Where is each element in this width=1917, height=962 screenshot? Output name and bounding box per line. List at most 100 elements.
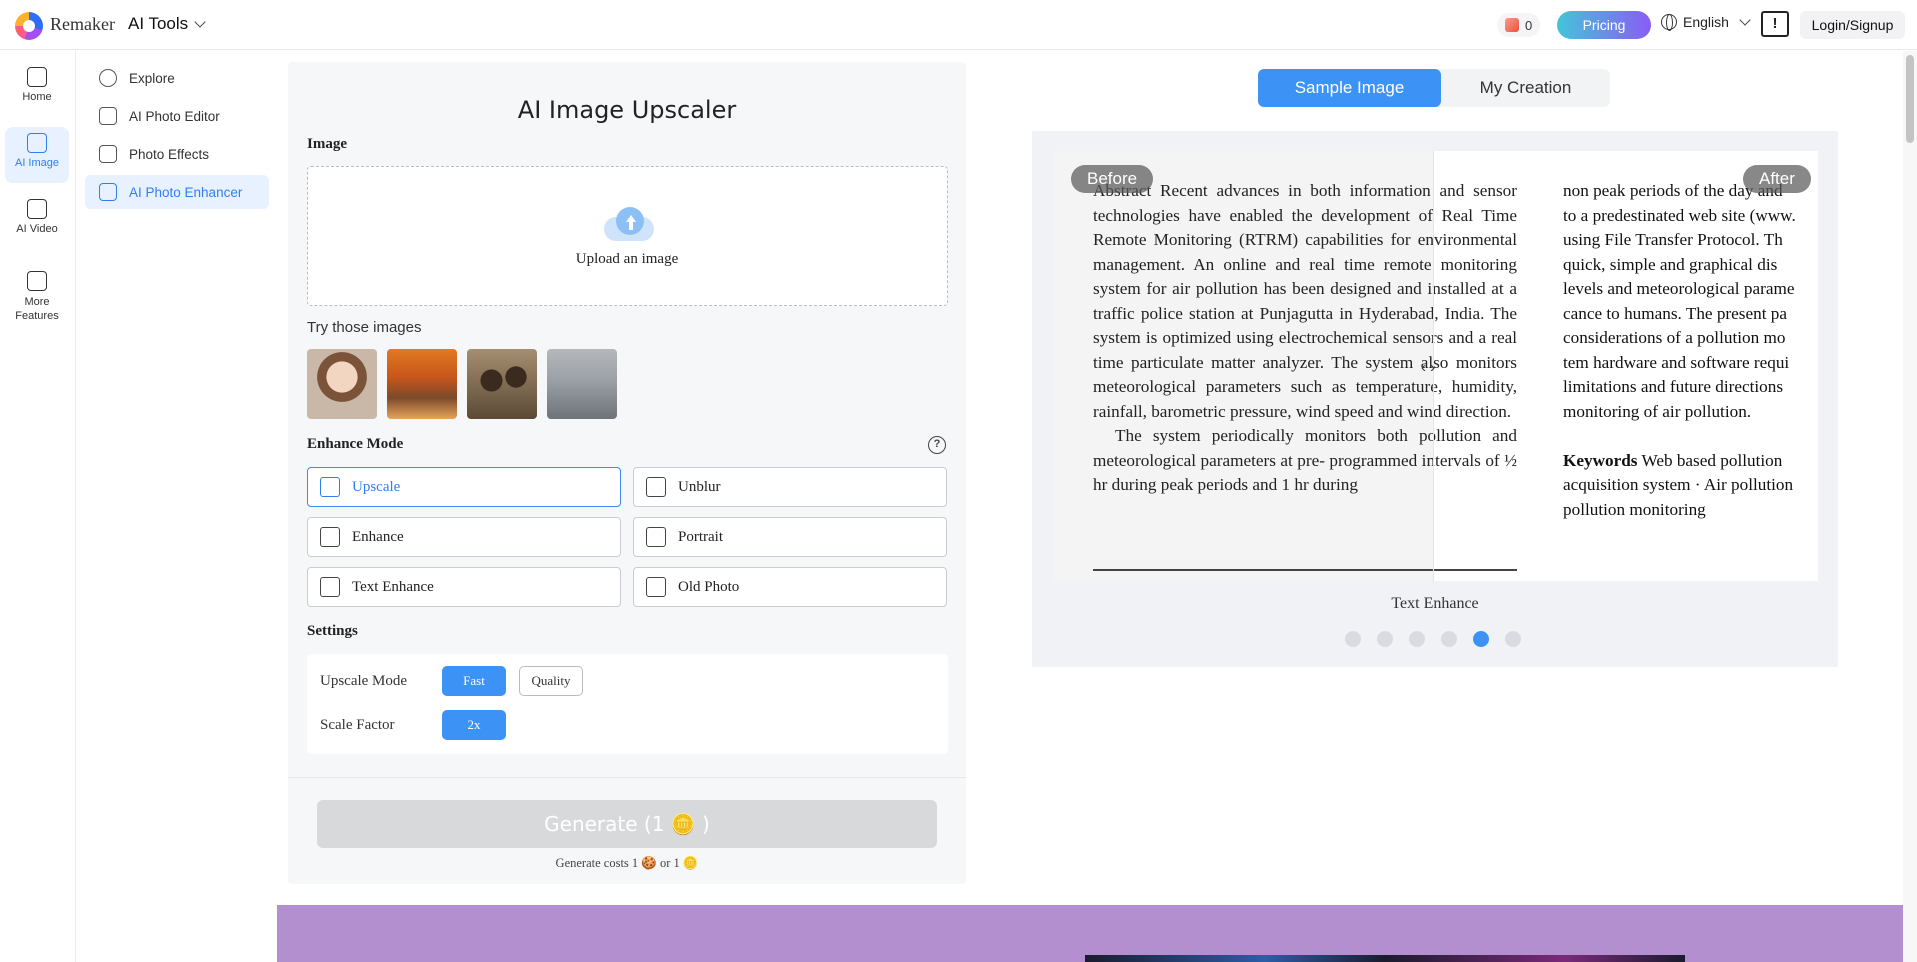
magic-wand-icon [99, 183, 117, 201]
try-images-label: Try those images [307, 319, 422, 336]
chevron-down-icon [194, 16, 206, 28]
carousel-dot-active[interactable] [1473, 631, 1489, 647]
login-signup-button[interactable]: Login/Signup [1800, 11, 1905, 39]
expand-icon [320, 477, 340, 497]
subnav-item-label: Explore [129, 70, 175, 86]
rail-item-ai-video[interactable]: AI Video [5, 193, 69, 249]
split-handle-icon[interactable]: ‹ › [1421, 359, 1435, 376]
tab-sample-image[interactable]: Sample Image [1258, 69, 1441, 107]
sample-thumb-portrait[interactable] [307, 349, 377, 419]
keywords-text: Web based pollution [1637, 450, 1783, 470]
enhance-mode-label: Enhance Mode [307, 436, 404, 452]
help-icon[interactable]: ? [928, 436, 946, 454]
upload-cloud-icon [598, 205, 660, 243]
sub-nav: Explore AI Photo Editor Photo Effects AI… [77, 51, 277, 962]
grid-icon [99, 145, 117, 163]
mode-enhance-button[interactable]: Enhance [307, 517, 621, 557]
brand-name[interactable]: Remaker [50, 14, 115, 35]
col2-line: monitoring of air pollution. [1563, 401, 1752, 421]
keywords-text: pollution monitoring [1563, 499, 1706, 519]
col2-line: considerations of a pollution mo [1563, 328, 1786, 347]
globe-icon [1661, 14, 1677, 31]
sample-thumb-family[interactable] [387, 349, 457, 419]
keywords-line: Keywords Web based pollution [1563, 449, 1818, 474]
subnav-item-photo-effects[interactable]: Photo Effects [85, 137, 269, 171]
mode-text-enhance-button[interactable]: Text Enhance [307, 567, 621, 607]
rail-item-ai-image[interactable]: AI Image [5, 127, 69, 183]
promo-banner [277, 905, 1903, 962]
ai-tools-menu[interactable]: AI Tools [128, 14, 206, 34]
before-after-preview: Abstract Recent advances in both informa… [1032, 131, 1838, 667]
page-title: AI Image Upscaler [517, 96, 737, 124]
scale-2x-button[interactable]: 2x [442, 710, 506, 740]
image-upload-dropzone[interactable]: Upload an image [307, 166, 948, 306]
paper-rule [1093, 569, 1517, 571]
mode-old-photo-button[interactable]: Old Photo [633, 567, 947, 607]
subnav-item-ai-photo-editor[interactable]: AI Photo Editor [85, 99, 269, 133]
mode-upscale-button[interactable]: Upscale [307, 467, 621, 507]
upscale-fast-button[interactable]: Fast [442, 666, 506, 696]
remaker-logo-icon[interactable] [15, 12, 43, 40]
mode-label: Upscale [352, 478, 401, 495]
rail-item-label: Home [22, 91, 52, 103]
chevron-down-icon [1739, 14, 1751, 26]
cookie-icon [1505, 18, 1519, 32]
col2-line: using File Transfer Protocol. Th [1563, 230, 1783, 249]
generate-button[interactable]: Generate (1 🪙 ) [317, 800, 937, 848]
mode-portrait-button[interactable]: Portrait [633, 517, 947, 557]
paper-main-text: Abstract Recent advances in both informa… [1093, 179, 1517, 498]
tab-my-creation[interactable]: My Creation [1441, 69, 1610, 107]
scale-factor-label: Scale Factor [320, 717, 395, 733]
video-icon [27, 199, 47, 219]
grid-icon [27, 271, 47, 291]
carousel-dot[interactable] [1409, 631, 1425, 647]
top-bar: Remaker AI Tools 0 Pricing English ! Log… [0, 0, 1917, 50]
settings-label: Settings [307, 623, 358, 639]
rail-item-label: AI Image [14, 157, 60, 169]
comparison-image[interactable]: Abstract Recent advances in both informa… [1053, 151, 1818, 581]
rail-item-home[interactable]: Home [5, 61, 69, 117]
magic-wand-icon [320, 527, 340, 547]
scrollbar-thumb[interactable] [1906, 55, 1914, 143]
carousel-dot[interactable] [1345, 631, 1361, 647]
col2-line: cance to humans. The present pa [1563, 303, 1787, 323]
rail-item-label: More Features [15, 296, 59, 322]
carousel-dot[interactable] [1505, 631, 1521, 647]
upscale-quality-button[interactable]: Quality [519, 666, 583, 696]
carousel-dots [1345, 631, 1521, 647]
sample-thumb-old-photo[interactable] [467, 349, 537, 419]
subnav-item-explore[interactable]: Explore [85, 61, 269, 95]
text-icon [320, 577, 340, 597]
col2-line: to a predestinated web site (www. [1563, 205, 1796, 225]
feedback-icon[interactable]: ! [1761, 11, 1789, 37]
upscaler-form-panel: AI Image Upscaler Image Upload an image … [288, 62, 966, 884]
carousel-dot[interactable] [1377, 631, 1393, 647]
paper-column-2: non peak periods of the day and to a pre… [1563, 179, 1818, 522]
credits-count: 0 [1525, 17, 1533, 33]
col2-line: tem hardware and software requi [1563, 352, 1790, 372]
paper-paragraph-1: Abstract Recent advances in both informa… [1093, 181, 1517, 421]
language-selector[interactable]: English [1661, 14, 1751, 31]
col2-line: quick, simple and graphical dis [1563, 254, 1778, 274]
carousel-dot[interactable] [1441, 631, 1457, 647]
eye-icon [646, 477, 666, 497]
before-label: Before [1071, 165, 1154, 193]
mode-label: Unblur [678, 478, 721, 495]
ai-tools-label: AI Tools [128, 14, 189, 33]
keywords-text: acquisition system · Air pollution [1563, 475, 1794, 494]
col2-line: limitations and future directions [1563, 377, 1784, 396]
preview-tabs: Sample Image My Creation [1258, 69, 1610, 107]
pricing-button[interactable]: Pricing [1557, 11, 1651, 39]
upload-text: Upload an image [575, 251, 679, 267]
credits-badge[interactable]: 0 [1497, 13, 1541, 37]
sample-thumb-building[interactable] [547, 349, 617, 419]
keywords-label: Keywords [1563, 450, 1638, 470]
photo-edit-icon [99, 107, 117, 125]
subnav-item-ai-photo-enhancer[interactable]: AI Photo Enhancer [85, 175, 269, 209]
rail-item-label: AI Video [16, 223, 58, 235]
mode-unblur-button[interactable]: Unblur [633, 467, 947, 507]
language-label: English [1683, 14, 1729, 30]
preview-caption: Text Enhance [1391, 595, 1479, 612]
rail-item-more-features[interactable]: More Features [5, 265, 69, 335]
page-scrollbar[interactable] [1903, 51, 1917, 962]
